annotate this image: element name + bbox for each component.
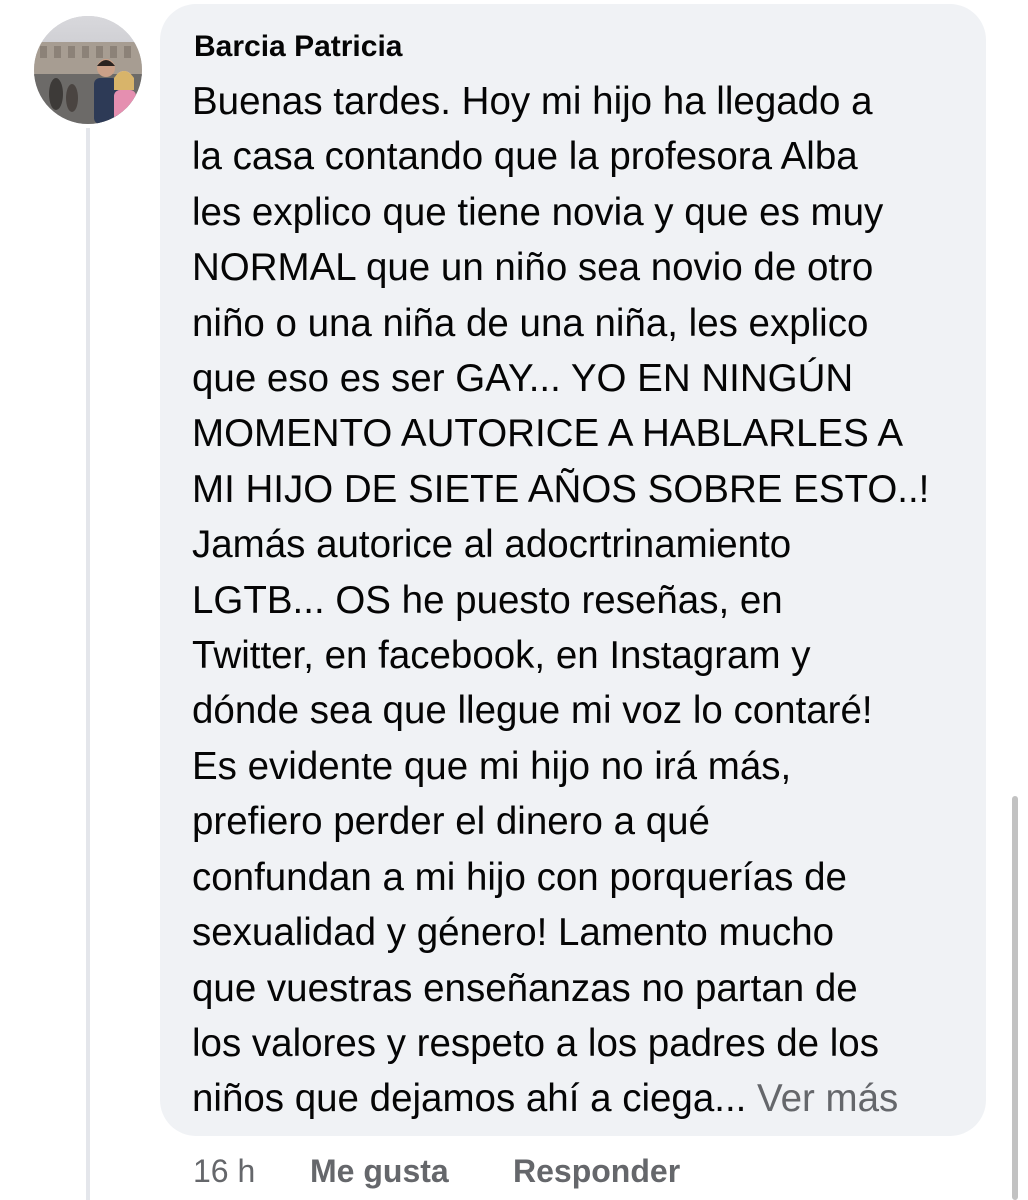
comment-bubble: Barcia Patricia Buenas tardes. Hoy mi hi… <box>160 4 986 1136</box>
see-more-link[interactable]: Ver más <box>757 1077 898 1120</box>
comment-line: MI HIJO DE SIETE AÑOS SOBRE ESTO..! <box>192 467 930 511</box>
comment-line: que eso es ser GAY... YO EN NINGÚN <box>192 357 854 401</box>
comment-line: Buenas tardes. Hoy mi hijo ha llegado a <box>192 80 873 123</box>
comment-line: sexualidad y género! Lamento mucho <box>192 911 835 955</box>
comment-line: niños que dejamos ahí a ciega... <box>192 1077 747 1121</box>
avatar[interactable] <box>34 16 142 124</box>
comment-line: niño o una niña de una niña, les explico <box>192 301 869 345</box>
timestamp[interactable]: 16 h <box>193 1146 255 1196</box>
thread-line <box>86 128 90 1200</box>
comment-line: LGTB... OS he puesto reseñas, en <box>192 578 783 622</box>
scrollbar[interactable] <box>1012 796 1018 1200</box>
comment-line: la casa contando que la profesora Alba <box>192 135 858 179</box>
comment-line: les explico que tiene novia y que es muy <box>192 190 884 234</box>
author-name[interactable]: Barcia Patricia <box>194 30 402 64</box>
comment-line: Twitter, en facebook, en Instagram y <box>192 634 811 678</box>
comment-last-line: niños que dejamos ahí a ciega... Ver más <box>192 1071 970 1126</box>
comment-text: Buenas tardes. Hoy mi hijo ha llegado a … <box>192 74 970 1127</box>
comment-line: confundan a mi hijo con porquerías de <box>192 855 847 899</box>
avatar-photo <box>34 16 142 124</box>
comment-line: Jamás autorice al adocrtrinamiento <box>192 523 792 567</box>
comment-line: prefiero perder el dinero a qué <box>192 800 710 844</box>
comment-line: NORMAL que un niño sea novio de otro <box>192 246 874 290</box>
comment-line: que vuestras enseñanzas no partan de <box>192 966 858 1010</box>
like-button[interactable]: Me gusta <box>310 1146 449 1196</box>
comment-line: dónde sea que llegue mi voz lo contaré! <box>192 689 873 733</box>
comment-line: Es evidente que mi hijo no irá más, <box>192 744 792 788</box>
comment-line: MOMENTO AUTORICE A HABLARLES A <box>192 412 904 456</box>
comment-line: los valores y respeto a los padres de lo… <box>192 1021 879 1065</box>
reply-button[interactable]: Responder <box>513 1146 680 1196</box>
